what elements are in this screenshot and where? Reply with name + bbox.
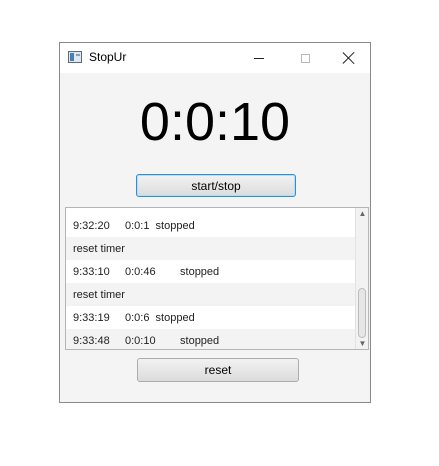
close-button[interactable] (326, 43, 372, 73)
list-item[interactable]: 9:33:19 0:0:6 stopped (66, 306, 356, 329)
reset-button[interactable]: reset (137, 358, 299, 382)
list-item[interactable]: reset timer (66, 283, 356, 306)
minimize-button[interactable] (236, 43, 282, 73)
log-list[interactable]: 9:32:20 0:0:1 stopped reset timer 9:33:1… (65, 207, 369, 350)
maximize-icon (300, 53, 310, 63)
list-item[interactable]: reset timer (66, 237, 356, 260)
list-item[interactable]: 9:33:10 0:0:46 stopped (66, 260, 356, 283)
scroll-down-icon[interactable]: ▼ (358, 339, 367, 348)
scroll-up-icon[interactable]: ▲ (358, 209, 367, 218)
scroll-thumb[interactable] (358, 288, 366, 338)
minimize-icon (254, 57, 264, 59)
list-item[interactable]: 9:33:48 0:0:10 stopped (66, 329, 356, 349)
vertical-scrollbar[interactable]: ▲ ▼ (355, 208, 368, 349)
app-window: StopUr 0:0:10 start/stop 9:32:20 0:0:1 s… (59, 42, 371, 403)
window-title: StopUr (89, 50, 127, 64)
maximize-button[interactable] (282, 43, 328, 73)
timer-display: 0:0:10 (139, 92, 291, 152)
title-bar[interactable]: StopUr (60, 43, 370, 73)
start-stop-button[interactable]: start/stop (136, 174, 296, 197)
app-icon (68, 51, 82, 63)
list-item[interactable]: 9:32:20 0:0:1 stopped (66, 214, 356, 237)
close-icon (343, 52, 355, 64)
